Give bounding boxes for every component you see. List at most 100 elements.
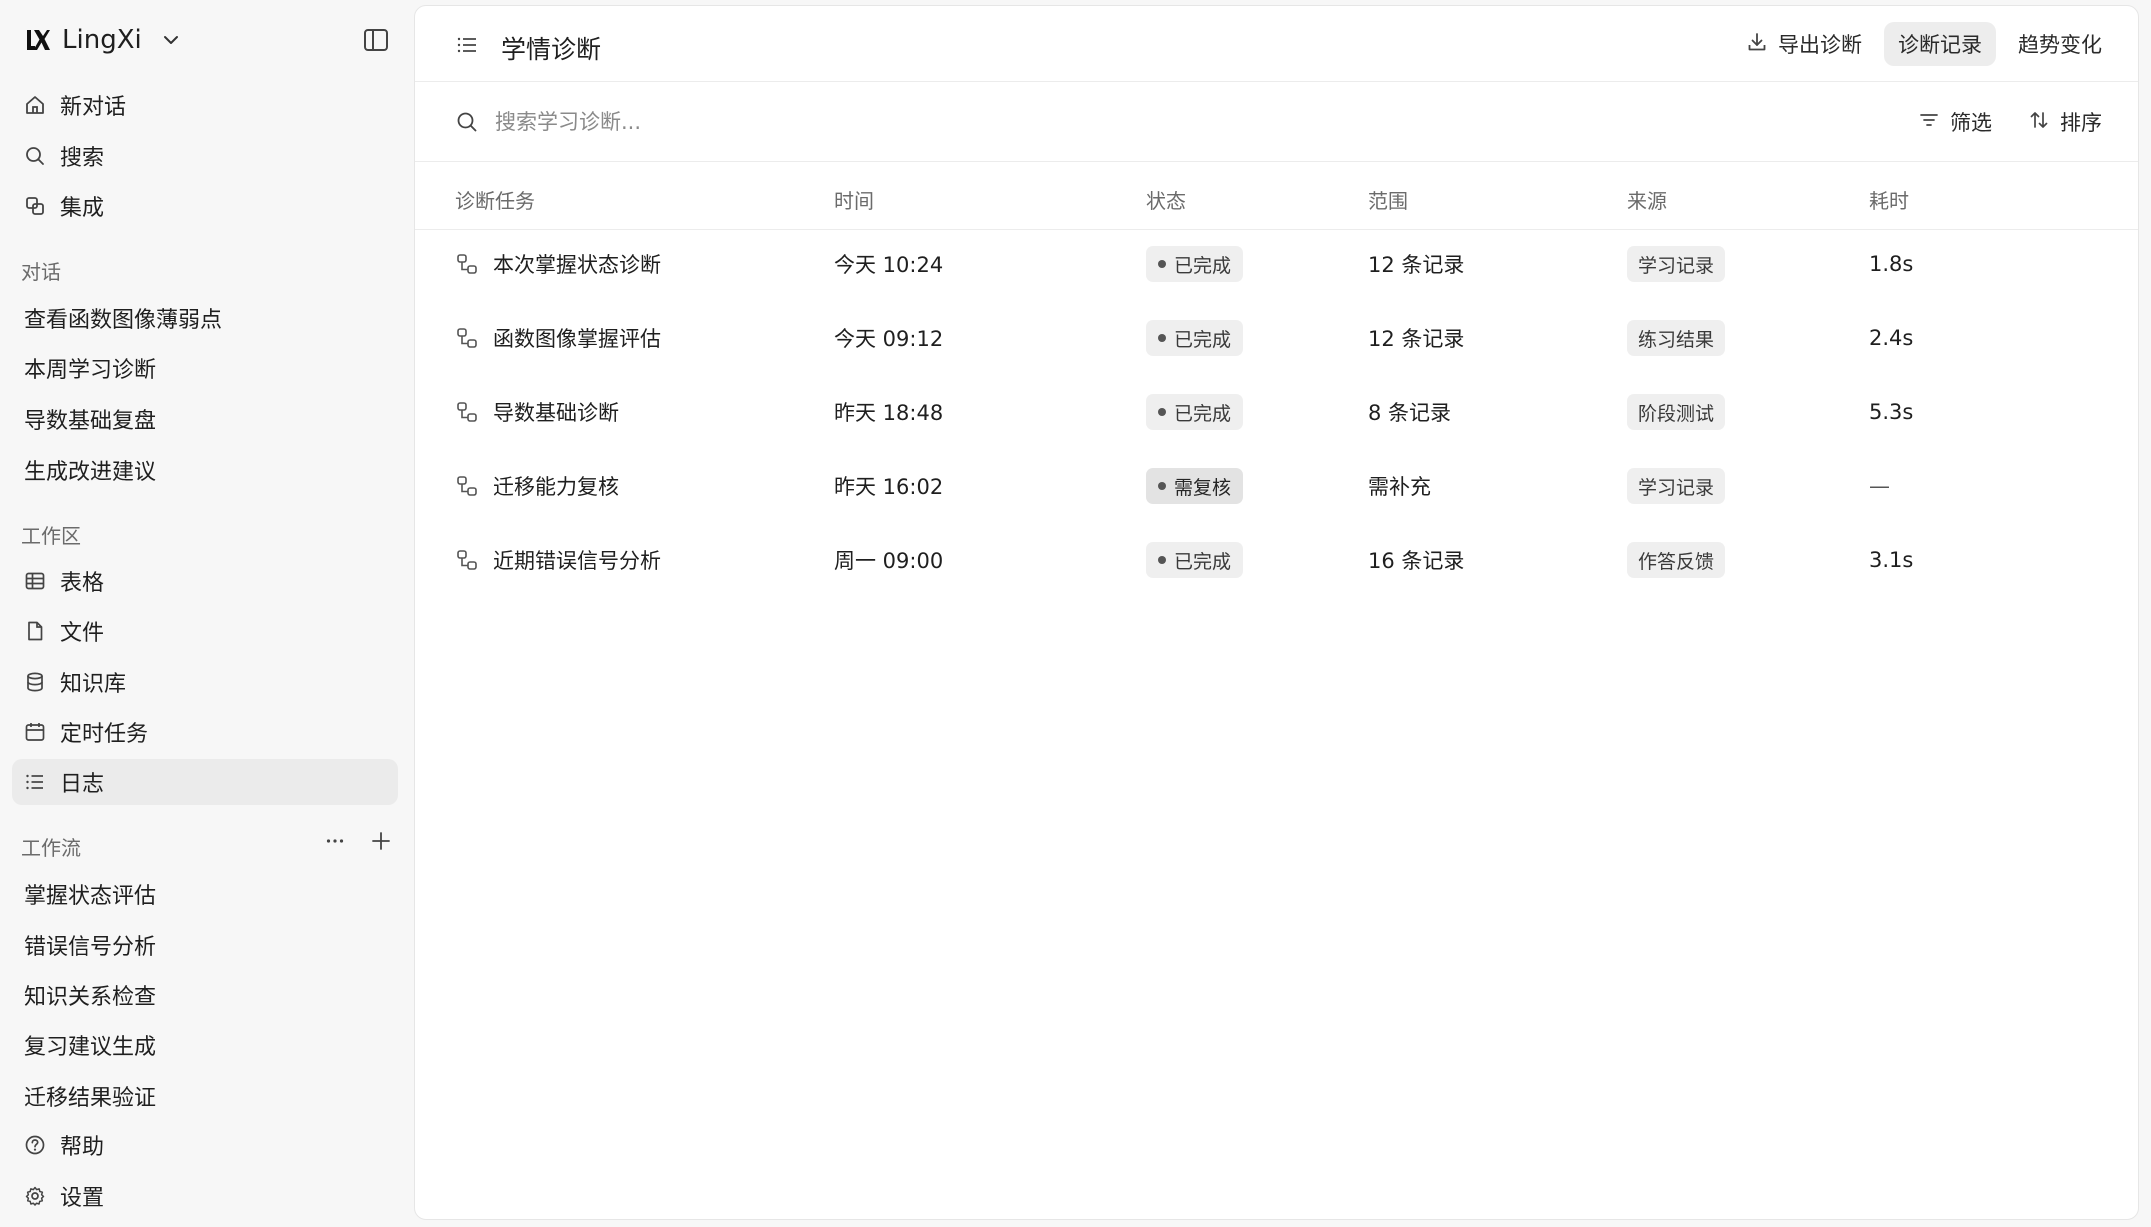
conversation-item[interactable]: 查看函数图像薄弱点 xyxy=(12,295,398,341)
time-cell: 今天 09:12 xyxy=(834,327,944,351)
table-row[interactable]: 本次掌握状态诊断 今天 10:24 已完成 12 条记录 学习记录 1.8s xyxy=(415,227,2138,301)
app-window: LingXi 新对话 搜索 集成 对话 查看函数图像薄弱点 本周学习诊断 导数基… xyxy=(0,0,2151,1227)
nav-scheduled-tasks-label: 定时任务 xyxy=(60,722,149,747)
status-dot xyxy=(1158,334,1166,342)
scope-cell: 16 条记录 xyxy=(1368,549,1465,573)
export-diagnosis-button[interactable]: 导出诊断 xyxy=(1732,22,1876,66)
status-cell: 已完成 xyxy=(1146,320,1244,356)
diagnosis-records-label: 诊断记录 xyxy=(1898,33,1982,57)
export-diagnosis-label: 导出诊断 xyxy=(1778,33,1862,57)
task-name: 本次掌握状态诊断 xyxy=(493,253,661,277)
workflow-node-icon xyxy=(455,548,479,572)
add-workflow-button[interactable] xyxy=(368,828,394,854)
status-dot xyxy=(1158,260,1166,268)
column-header-status[interactable]: 状态 xyxy=(1146,185,1186,214)
conversation-label: 本周学习诊断 xyxy=(24,358,157,383)
tab-diagnosis-records[interactable]: 诊断记录 xyxy=(1884,22,1996,66)
table-row[interactable]: 函数图像掌握评估 今天 09:12 已完成 12 条记录 练习结果 2.4s xyxy=(415,301,2138,375)
log-list-icon xyxy=(24,771,46,793)
status-badge: 已完成 xyxy=(1146,542,1244,578)
status-badge: 已完成 xyxy=(1146,320,1244,356)
status-label: 已完成 xyxy=(1174,550,1232,573)
filter-button[interactable]: 筛选 xyxy=(1918,107,1992,137)
task-cell: 近期错误信号分析 xyxy=(455,545,661,575)
conversation-item[interactable]: 导数基础复盘 xyxy=(12,396,398,442)
nav-new-chat-label: 新对话 xyxy=(60,95,127,120)
download-icon xyxy=(1746,31,1768,58)
column-header-source[interactable]: 来源 xyxy=(1627,185,1667,214)
sort-label: 排序 xyxy=(2060,111,2102,135)
column-header-time[interactable]: 时间 xyxy=(834,185,874,214)
nav-search-label: 搜索 xyxy=(60,146,105,171)
table-row[interactable]: 导数基础诊断 昨天 18:48 已完成 8 条记录 阶段测试 5.3s xyxy=(415,375,2138,449)
workflow-section-actions xyxy=(322,828,394,854)
nav-settings-label: 设置 xyxy=(60,1186,105,1211)
time-cell: 周一 09:00 xyxy=(834,549,944,573)
conversation-item[interactable]: 生成改进建议 xyxy=(12,447,398,493)
status-badge: 需复核 xyxy=(1146,468,1244,504)
time-cell: 昨天 18:48 xyxy=(834,401,944,425)
workflow-label: 迁移结果验证 xyxy=(24,1086,157,1111)
nav-search[interactable]: 搜索 xyxy=(12,133,398,179)
chevron-down-icon xyxy=(160,29,182,51)
workflow-item[interactable]: 错误信号分析 xyxy=(12,922,398,968)
task-name: 迁移能力复核 xyxy=(493,475,619,499)
column-header-task[interactable]: 诊断任务 xyxy=(455,185,535,214)
source-cell: 作答反馈 xyxy=(1627,542,1726,578)
column-header-duration[interactable]: 耗时 xyxy=(1869,185,1909,214)
file-icon xyxy=(24,620,46,642)
nav-logs[interactable]: 日志 xyxy=(12,759,398,805)
tab-trend[interactable]: 趋势变化 xyxy=(2004,22,2116,66)
conversation-item[interactable]: 本周学习诊断 xyxy=(12,345,398,391)
workflow-item[interactable]: 掌握状态评估 xyxy=(12,871,398,917)
status-label: 需复核 xyxy=(1174,476,1232,499)
plus-icon xyxy=(372,832,390,850)
filter-icon xyxy=(1918,109,1940,136)
calendar-icon xyxy=(24,721,46,743)
table-row[interactable]: 迁移能力复核 昨天 16:02 需复核 需补充 学习记录 — xyxy=(415,449,2138,523)
sort-button[interactable]: 排序 xyxy=(2028,107,2102,137)
workspace-switcher[interactable]: LingXi xyxy=(24,22,182,58)
search-input[interactable] xyxy=(495,102,1395,142)
workflow-item[interactable]: 复习建议生成 xyxy=(12,1022,398,1068)
lingxi-logo-icon xyxy=(24,27,50,53)
nav-tables-label: 表格 xyxy=(60,571,105,596)
workflow-item[interactable]: 迁移结果验证 xyxy=(12,1073,398,1119)
workflow-label: 错误信号分析 xyxy=(24,935,157,960)
nav-integrations[interactable]: 集成 xyxy=(12,183,398,229)
source-cell: 学习记录 xyxy=(1627,246,1726,282)
source-badge: 学习记录 xyxy=(1627,468,1726,504)
nav-knowledge-base[interactable]: 知识库 xyxy=(12,659,398,705)
nav-scheduled-tasks[interactable]: 定时任务 xyxy=(12,709,398,755)
workflow-item[interactable]: 知识关系检查 xyxy=(12,972,398,1018)
task-name: 导数基础诊断 xyxy=(493,401,619,425)
search-actions: 筛选 排序 xyxy=(1918,102,2102,142)
page-header: 学情诊断 导出诊断 诊断记录 趋势变化 xyxy=(415,6,2138,82)
nav-tables[interactable]: 表格 xyxy=(12,558,398,604)
section-conversations: 对话 xyxy=(21,260,61,284)
status-label: 已完成 xyxy=(1174,328,1232,351)
list-menu-icon[interactable] xyxy=(455,33,479,57)
nav-help[interactable]: 帮助 xyxy=(12,1122,398,1168)
workflow-label: 复习建议生成 xyxy=(24,1035,157,1060)
status-cell: 已完成 xyxy=(1146,542,1244,578)
filter-label: 筛选 xyxy=(1950,111,1992,135)
nav-new-chat[interactable]: 新对话 xyxy=(12,82,398,128)
nav-logs-label: 日志 xyxy=(60,772,105,797)
status-label: 已完成 xyxy=(1174,402,1232,425)
more-options-button[interactable] xyxy=(322,828,348,854)
nav-settings[interactable]: 设置 xyxy=(12,1173,398,1219)
table-icon xyxy=(24,570,46,592)
status-cell: 已完成 xyxy=(1146,246,1244,282)
column-header-scope[interactable]: 范围 xyxy=(1368,185,1408,214)
workflow-node-icon xyxy=(455,400,479,424)
status-dot xyxy=(1158,556,1166,564)
table-row[interactable]: 近期错误信号分析 周一 09:00 已完成 16 条记录 作答反馈 3.1s xyxy=(415,523,2138,597)
section-workspace: 工作区 xyxy=(21,524,81,548)
status-cell: 已完成 xyxy=(1146,394,1244,430)
toggle-sidebar-button[interactable] xyxy=(360,24,392,56)
nav-files[interactable]: 文件 xyxy=(12,608,398,654)
workflow-label: 知识关系检查 xyxy=(24,985,157,1010)
source-cell: 学习记录 xyxy=(1627,468,1726,504)
time-cell: 今天 10:24 xyxy=(834,253,944,277)
